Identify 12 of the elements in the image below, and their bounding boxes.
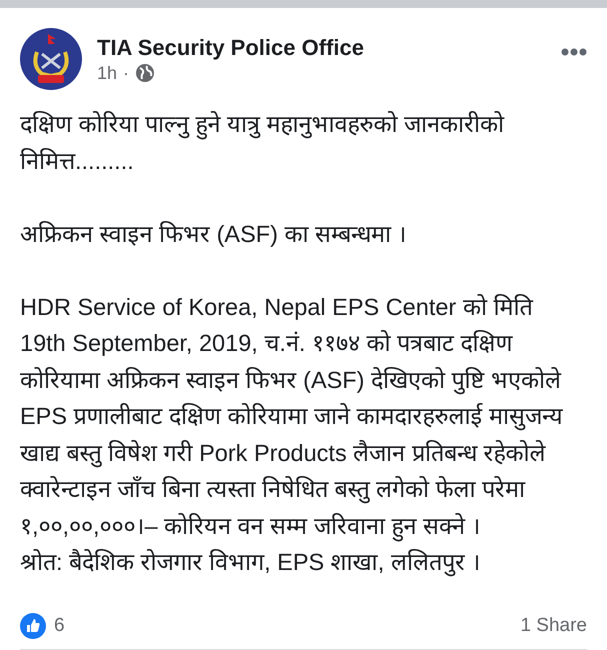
separator-dot: · xyxy=(123,62,130,84)
like-count[interactable]: 6 xyxy=(54,615,65,637)
globe-icon xyxy=(135,63,156,83)
share-count[interactable]: 1 Share xyxy=(520,615,587,637)
post-paragraph: HDR Service of Korea, Nepal EPS Center को मिति 19th September, 2019, च.नं. ११७४ को पत्रबाट दक्षिण कोरियामा अफ्रिकन स्वाइन फिभर (ASF) देखिएको पुष्टि भएकोले EPS प्रणालीबाट दक्षिण कोरियामा जाने कामदारहरुलाई मासुजन्य खाद्य बस्तु विषेश गरी Pork Products लैजान प्रतिबन्ध रहेकोले क्वारेन्टाइन जाँच बिना त्यस्ता निषेधित बस्तु लगेको फेला परेमा १,००,००,०००।– कोरियन वन सम्म जरिवाना हुन सक्ने । श्रोत: बैदेशिक रोजगार विभाग, EPS शाखा, ललितपुर । xyxy=(20,292,564,578)
police-emblem-avatar[interactable] xyxy=(20,28,82,90)
post-time[interactable]: 1h xyxy=(97,62,118,84)
post-paragraph: अफ्रिकन स्वाइन फिभर (ASF) का सम्बन्धमा । xyxy=(20,220,408,249)
page-name[interactable]: TIA Security Police Office xyxy=(97,34,546,60)
like-icon[interactable] xyxy=(20,613,46,639)
post-paragraph: दक्षिण कोरिया पाल्नु हुने यात्रु महानुभावहरुको जानकारीको निमित्त......... xyxy=(20,110,506,176)
more-options-icon[interactable] xyxy=(561,48,587,56)
